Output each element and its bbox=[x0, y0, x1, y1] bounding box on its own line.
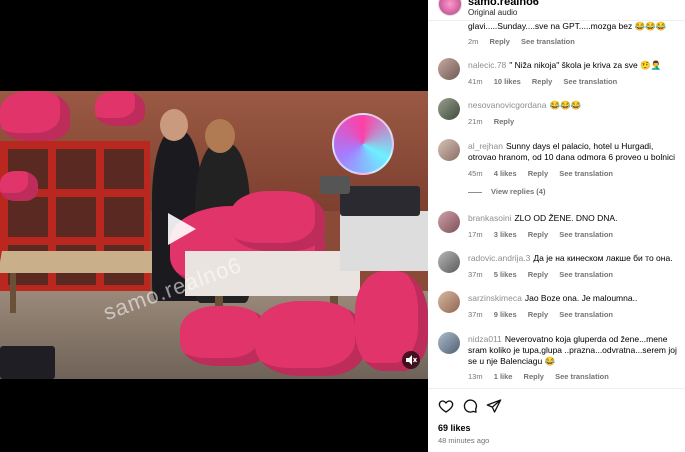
post-likes-count[interactable]: 69 likes bbox=[438, 423, 471, 433]
comment-likes[interactable]: 5 likes bbox=[494, 270, 517, 279]
comment-likes[interactable]: 9 likes bbox=[494, 310, 517, 319]
commenter-avatar[interactable] bbox=[438, 291, 460, 313]
comment-meta: 37m 9 likes Reply See translation bbox=[468, 310, 622, 319]
comment-likes[interactable]: 1 like bbox=[494, 372, 513, 381]
paper-plane-icon[interactable] bbox=[486, 398, 502, 414]
see-translation-link[interactable]: See translation bbox=[559, 230, 613, 239]
comment-text: brankasoini ZLO OD ŽENE. DNO DNA. bbox=[468, 213, 618, 223]
commenter-username[interactable]: brankasoini bbox=[468, 213, 511, 223]
reply-button[interactable]: Reply bbox=[528, 230, 548, 239]
video-player[interactable]: samo.realno6 bbox=[0, 0, 428, 452]
comment-text: al_rejhan Sunny days el palacio, hotel u … bbox=[468, 141, 675, 162]
comment-text: nesovanovicgordana 😂😂😂 bbox=[468, 100, 582, 110]
comment-meta: 2m Reply See translation bbox=[468, 37, 584, 46]
commenter-username[interactable]: nesovanovicgordana bbox=[468, 100, 546, 110]
video-frame[interactable]: samo.realno6 bbox=[0, 91, 428, 379]
comment-time: 2m bbox=[468, 37, 479, 46]
see-translation-link[interactable]: See translation bbox=[563, 77, 617, 86]
commenter-username[interactable]: sarzinskimeca bbox=[468, 293, 522, 303]
author-avatar[interactable] bbox=[438, 0, 462, 16]
comment-time: 41m bbox=[468, 77, 483, 86]
reply-button[interactable]: Reply bbox=[532, 77, 552, 86]
reply-button[interactable]: Reply bbox=[528, 270, 548, 279]
reply-button[interactable]: Reply bbox=[528, 310, 548, 319]
reply-button[interactable]: Reply bbox=[490, 37, 510, 46]
commenter-username[interactable]: radovic.andrija.3 bbox=[468, 253, 530, 263]
view-replies-button[interactable]: View replies (4) bbox=[468, 187, 545, 196]
audio-label[interactable]: Original audio bbox=[468, 8, 517, 17]
author-username[interactable]: samo.realno6 bbox=[468, 0, 539, 8]
reply-button[interactable]: Reply bbox=[494, 117, 514, 126]
comment-meta: 13m 1 like Reply See translation bbox=[468, 372, 618, 381]
comment-meta: 17m 3 likes Reply See translation bbox=[468, 230, 622, 239]
comment-time: 37m bbox=[468, 270, 483, 279]
commenter-avatar[interactable] bbox=[438, 98, 460, 120]
play-icon[interactable] bbox=[160, 209, 200, 249]
audio-muted-icon[interactable] bbox=[402, 351, 420, 369]
commenter-username[interactable]: al_rejhan bbox=[468, 141, 503, 151]
commenter-username[interactable]: nidza011 bbox=[468, 334, 502, 344]
comment-time: 13m bbox=[468, 372, 483, 381]
see-translation-link[interactable]: See translation bbox=[521, 37, 575, 46]
commenter-avatar[interactable] bbox=[438, 211, 460, 233]
comment-text: sarzinskimeca Jao Boze ona. Je maloumna.. bbox=[468, 293, 638, 303]
post-header: samo.realno6 Original audio bbox=[428, 0, 685, 20]
commenter-avatar[interactable] bbox=[438, 332, 460, 354]
comment-text: glavi.....Sunday....sve na GPT.....mozga… bbox=[468, 21, 667, 31]
reply-button[interactable]: Reply bbox=[528, 169, 548, 178]
comment-time: 21m bbox=[468, 117, 483, 126]
actions-divider bbox=[428, 388, 685, 389]
comment-likes[interactable]: 4 likes bbox=[494, 169, 517, 178]
reply-button[interactable]: Reply bbox=[524, 372, 544, 381]
see-translation-link[interactable]: See translation bbox=[559, 310, 613, 319]
view-replies-line bbox=[468, 191, 482, 193]
see-translation-link[interactable]: See translation bbox=[559, 169, 613, 178]
commenter-username[interactable]: nalecic.78 bbox=[468, 60, 506, 70]
commenter-avatar[interactable] bbox=[438, 58, 460, 80]
comment-meta: 41m 10 likes Reply See translation bbox=[468, 77, 626, 86]
commenter-avatar[interactable] bbox=[438, 139, 460, 161]
comment-text: nidza011 Neverovatno koja gluperda od žen… bbox=[468, 334, 677, 366]
comments-panel: samo.realno6 Original audio glavi.....Su… bbox=[428, 0, 685, 452]
comment-text: nalecic.78 " Niža nikoja" škola je kriva … bbox=[468, 60, 662, 70]
comment-time: 45m bbox=[468, 169, 483, 178]
comment-time: 17m bbox=[468, 230, 483, 239]
comment-meta: 21m Reply bbox=[468, 117, 523, 126]
comment-meta: 45m 4 likes Reply See translation bbox=[468, 169, 622, 178]
comment-text: radovic.andrija.3 Да је на кинеском лакше… bbox=[468, 253, 673, 263]
comment-likes[interactable]: 3 likes bbox=[494, 230, 517, 239]
comment-bubble-icon[interactable] bbox=[462, 398, 478, 414]
heart-outline-icon[interactable] bbox=[438, 398, 454, 414]
commenter-avatar[interactable] bbox=[438, 251, 460, 273]
post-timestamp: 48 minutes ago bbox=[438, 436, 490, 445]
scene-table-left bbox=[0, 251, 172, 273]
comment-time: 37m bbox=[468, 310, 483, 319]
see-translation-link[interactable]: See translation bbox=[559, 270, 613, 279]
see-translation-link[interactable]: See translation bbox=[555, 372, 609, 381]
watermark-avatar bbox=[332, 113, 394, 175]
video-letterbox-top bbox=[0, 0, 428, 40]
comment-meta: 37m 5 likes Reply See translation bbox=[468, 270, 622, 279]
comment-likes[interactable]: 10 likes bbox=[494, 77, 521, 86]
